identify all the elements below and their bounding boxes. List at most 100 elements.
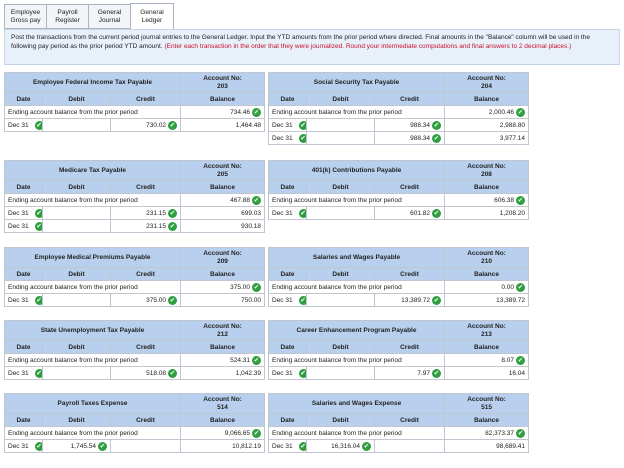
date-cell[interactable]: Dec 31 ✔ <box>268 366 307 380</box>
credit-value[interactable]: 601.82 <box>410 210 430 217</box>
date-cell[interactable]: Dec 31 ✔ <box>268 439 307 453</box>
prior-balance-cell[interactable]: 524.31 ✔ <box>180 353 266 367</box>
credit-cell[interactable]: 730.02 ✔ <box>109 118 182 132</box>
account-number: 210 <box>481 257 492 265</box>
prior-balance-value[interactable]: 524.31 <box>230 357 250 364</box>
debit-value[interactable]: 16,316.04 <box>331 443 360 450</box>
credit-cell[interactable]: 518.08 ✔ <box>109 366 182 380</box>
date-value[interactable]: Dec 31 <box>8 223 29 230</box>
credit-cell[interactable]: 375.00 ✔ <box>109 293 182 307</box>
credit-value[interactable]: 7.97 <box>417 370 430 377</box>
date-cell[interactable]: Dec 31 ✔ <box>4 118 43 132</box>
credit-cell[interactable]: 988.34 ✔ <box>373 131 446 145</box>
debit-cell[interactable] <box>306 118 375 132</box>
credit-cell[interactable] <box>109 439 182 453</box>
date-cell[interactable]: Dec 31 ✔ <box>268 131 307 145</box>
prior-balance-value[interactable]: 375.00 <box>230 284 250 291</box>
header-debit: Debit <box>42 180 111 194</box>
date-value[interactable]: Dec 31 <box>272 443 293 450</box>
credit-value[interactable]: 730.02 <box>146 122 166 129</box>
date-cell[interactable]: Dec 31 ✔ <box>268 118 307 132</box>
tab-employee-gross-pay[interactable]: Employee Gross pay <box>4 4 46 29</box>
credit-cell[interactable]: 231.15 ✔ <box>109 219 182 233</box>
date-cell[interactable]: Dec 31 ✔ <box>4 206 43 220</box>
credit-cell[interactable]: 7.97 ✔ <box>373 366 446 380</box>
account-label: Account No: <box>203 163 242 170</box>
date-cell[interactable]: Dec 31 ✔ <box>4 366 43 380</box>
prior-balance-label: Ending account balance from the prior pe… <box>3 105 182 119</box>
credit-value[interactable]: 231.15 <box>146 223 166 230</box>
debit-cell[interactable]: 1,745.54 ✔ <box>42 439 111 453</box>
tab-general-ledger[interactable]: General Ledger <box>130 3 174 30</box>
header-balance: Balance <box>444 180 530 194</box>
date-cell[interactable]: Dec 31 ✔ <box>4 219 43 233</box>
credit-cell[interactable]: 601.82 ✔ <box>373 206 446 220</box>
account-number: 514 <box>217 403 228 411</box>
credit-value[interactable]: 375.00 <box>146 297 166 304</box>
credit-cell[interactable]: 13,389.72 ✔ <box>373 293 446 307</box>
date-value[interactable]: Dec 31 <box>272 122 293 129</box>
prior-balance-value[interactable]: 734.46 <box>230 109 250 116</box>
tab-general-journal[interactable]: General Journal <box>88 4 130 29</box>
account-number: 212 <box>217 330 228 338</box>
prior-balance-value[interactable]: 9,066.65 <box>225 430 250 437</box>
prior-balance-cell[interactable]: 0.00 ✔ <box>444 280 530 294</box>
prior-balance-row: Ending account balance from the prior pe… <box>3 353 266 367</box>
credit-value[interactable]: 988.34 <box>410 122 430 129</box>
debit-cell[interactable] <box>42 366 111 380</box>
credit-value[interactable]: 518.08 <box>146 370 166 377</box>
prior-balance-value[interactable]: 2,000.46 <box>489 109 514 116</box>
debit-cell[interactable] <box>306 366 375 380</box>
debit-cell[interactable]: 16,316.04 ✔ <box>306 439 375 453</box>
prior-balance-cell[interactable]: 9,066.65 ✔ <box>180 426 266 440</box>
tab-payroll-register[interactable]: Payroll Register <box>46 4 88 29</box>
credit-value[interactable]: 988.34 <box>410 135 430 142</box>
prior-balance-cell[interactable]: 82,373.37 ✔ <box>444 426 530 440</box>
date-cell[interactable]: Dec 31 ✔ <box>268 206 307 220</box>
date-value[interactable]: Dec 31 <box>8 297 29 304</box>
debit-cell[interactable] <box>306 206 375 220</box>
date-value[interactable]: Dec 31 <box>272 135 293 142</box>
check-icon: ✔ <box>252 428 262 438</box>
debit-cell[interactable] <box>42 293 111 307</box>
prior-balance-label: Ending account balance from the prior pe… <box>3 280 182 294</box>
debit-cell[interactable] <box>42 206 111 220</box>
date-value[interactable]: Dec 31 <box>8 370 29 377</box>
prior-balance-cell[interactable]: 8.07 ✔ <box>444 353 530 367</box>
header-balance: Balance <box>444 340 530 354</box>
account-number-cell: Account No: 210 <box>444 247 530 268</box>
prior-balance-value[interactable]: 606.38 <box>494 197 514 204</box>
date-value[interactable]: Dec 31 <box>8 122 29 129</box>
credit-cell[interactable] <box>373 439 446 453</box>
prior-balance-value[interactable]: 0.00 <box>501 284 514 291</box>
prior-balance-value[interactable]: 82,373.37 <box>485 430 514 437</box>
date-value[interactable]: Dec 31 <box>272 210 293 217</box>
debit-cell[interactable] <box>42 118 111 132</box>
debit-cell[interactable] <box>306 131 375 145</box>
check-icon: ✔ <box>516 428 526 438</box>
ledger-table: Medicare Tax Payable Account No: 205 Date De… <box>3 160 266 233</box>
debit-cell[interactable] <box>42 219 111 233</box>
debit-cell[interactable] <box>306 293 375 307</box>
prior-balance-cell[interactable]: 734.46 ✔ <box>180 105 266 119</box>
date-value[interactable]: Dec 31 <box>8 443 29 450</box>
date-value[interactable]: Dec 31 <box>272 297 293 304</box>
prior-balance-cell[interactable]: 375.00 ✔ <box>180 280 266 294</box>
credit-cell[interactable]: 988.34 ✔ <box>373 118 446 132</box>
date-cell[interactable]: Dec 31 ✔ <box>4 439 43 453</box>
balance-value: 2,988.80 <box>499 121 526 129</box>
credit-value[interactable]: 231.15 <box>146 210 166 217</box>
prior-balance-cell[interactable]: 467.88 ✔ <box>180 193 266 207</box>
prior-balance-value[interactable]: 467.88 <box>230 197 250 204</box>
debit-value[interactable]: 1,745.54 <box>71 443 96 450</box>
date-value[interactable]: Dec 31 <box>272 370 293 377</box>
date-cell[interactable]: Dec 31 ✔ <box>268 293 307 307</box>
credit-cell[interactable]: 231.15 ✔ <box>109 206 182 220</box>
prior-balance-value[interactable]: 8.07 <box>501 357 514 364</box>
prior-balance-cell[interactable]: 2,000.46 ✔ <box>444 105 530 119</box>
date-cell[interactable]: Dec 31 ✔ <box>4 293 43 307</box>
ledger-title: Payroll Taxes Expense <box>3 393 182 414</box>
prior-balance-cell[interactable]: 606.38 ✔ <box>444 193 530 207</box>
credit-value[interactable]: 13,389.72 <box>401 297 430 304</box>
date-value[interactable]: Dec 31 <box>8 210 29 217</box>
